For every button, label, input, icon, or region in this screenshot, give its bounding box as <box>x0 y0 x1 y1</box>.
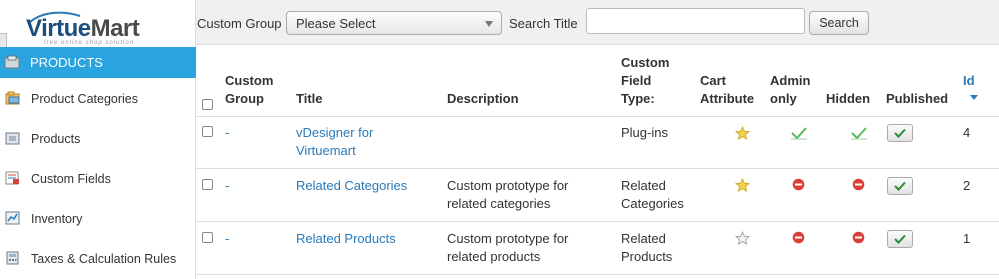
no-entry-icon[interactable] <box>852 231 865 244</box>
check-icon[interactable] <box>790 126 808 140</box>
star-empty-icon[interactable] <box>735 231 750 245</box>
inventory-icon <box>5 211 21 225</box>
star-filled-icon[interactable] <box>735 126 750 140</box>
row-id: 1 <box>963 231 971 246</box>
published-check-icon <box>894 128 906 138</box>
sidebar: VirtueMart free online shop solution PRO… <box>0 0 196 279</box>
row-description-line1: Custom prototype for <box>447 231 569 246</box>
check-icon[interactable] <box>850 126 868 140</box>
star-filled-icon[interactable] <box>735 178 750 192</box>
custom-group-label: Custom Group <box>197 16 282 31</box>
row-divider <box>196 116 999 117</box>
logo-text-mart: Mart <box>90 15 140 42</box>
row-title-line1[interactable]: vDesigner for <box>296 124 373 142</box>
sort-descending-icon <box>970 95 978 100</box>
published-check-icon <box>894 181 906 191</box>
select-all-checkbox[interactable] <box>202 99 213 110</box>
virtuemart-logo[interactable]: VirtueMart free online shop solution <box>22 10 182 50</box>
sidebar-item-product-categories[interactable]: Product Categories <box>0 79 196 119</box>
sidebar-item-label: Custom Fields <box>31 172 111 186</box>
search-title-label: Search Title <box>509 16 578 31</box>
row-custom-group[interactable]: - <box>225 124 229 142</box>
product-box-icon <box>5 131 21 145</box>
row-field-type-line2: Categories <box>621 196 684 211</box>
folders-icon <box>5 91 21 105</box>
row-field-type: Plug-ins <box>621 125 668 140</box>
chevron-down-icon <box>485 21 493 27</box>
publish-toggle-button[interactable] <box>887 124 913 142</box>
header-description[interactable]: Description <box>447 90 519 108</box>
sidebar-item-products-header[interactable]: PRODUCTS <box>0 47 196 78</box>
no-entry-icon[interactable] <box>792 231 805 244</box>
sidebar-item-products[interactable]: Products <box>0 119 196 159</box>
no-entry-icon[interactable] <box>852 178 865 191</box>
row-divider <box>196 274 999 275</box>
header-published[interactable]: Published <box>886 90 948 108</box>
publish-toggle-button[interactable] <box>887 177 913 195</box>
custom-fields-icon <box>5 171 21 185</box>
row-divider <box>196 221 999 222</box>
row-field-type-line1: Related <box>621 231 666 246</box>
row-id: 2 <box>963 178 971 193</box>
search-button[interactable]: Search <box>809 11 869 35</box>
logo-text-virtue: Virtue <box>26 15 91 42</box>
row-field-type-line2: Products <box>621 249 673 264</box>
header-title[interactable]: Title <box>296 90 323 108</box>
custom-group-select-value: Please Select <box>296 16 376 31</box>
row-checkbox[interactable] <box>202 179 213 190</box>
row-divider <box>196 168 999 169</box>
row-checkbox[interactable] <box>202 232 213 243</box>
row-description-line2: related categories <box>447 196 551 211</box>
no-entry-icon[interactable] <box>792 178 805 191</box>
header-admin-only[interactable]: Admin only <box>770 72 818 108</box>
sidebar-item-custom-fields[interactable]: Custom Fields <box>0 159 196 199</box>
row-custom-group[interactable]: - <box>225 177 229 195</box>
row-checkbox[interactable] <box>202 126 213 137</box>
row-title-line1[interactable]: Related Products <box>296 230 396 248</box>
filter-bar: Custom Group Please Select Search Title … <box>196 0 999 45</box>
search-title-input[interactable] <box>586 8 805 34</box>
row-title-line2[interactable]: Virtuemart <box>296 142 356 160</box>
published-check-icon <box>894 234 906 244</box>
sidebar-item-label: Inventory <box>31 212 83 226</box>
logo-tagline: free online shop solution <box>44 40 135 46</box>
row-description-line1: Custom prototype for <box>447 178 569 193</box>
custom-group-select[interactable]: Please Select <box>286 11 502 35</box>
row-title-line1[interactable]: Related Categories <box>296 177 407 195</box>
row-id: 4 <box>963 125 971 140</box>
header-custom-field-type[interactable]: Custom Field Type: <box>621 54 681 108</box>
row-field-type-line1: Related <box>621 178 666 193</box>
sidebar-item-label: Products <box>31 132 81 146</box>
sidebar-item-inventory[interactable]: Inventory <box>0 199 196 239</box>
header-custom-group[interactable]: Custom Group <box>225 72 285 108</box>
header-hidden[interactable]: Hidden <box>826 90 870 108</box>
row-description-line2: related products <box>447 249 541 264</box>
sidebar-item-label: PRODUCTS <box>30 55 103 70</box>
sidebar-item-taxes-calculation-rules[interactable]: Taxes & Calculation Rules <box>0 239 196 279</box>
header-id[interactable]: Id <box>963 72 975 90</box>
row-custom-group[interactable]: - <box>225 230 229 248</box>
header-cart-attribute[interactable]: Cart Attribute <box>700 72 760 108</box>
sidebar-item-label: Product Categories <box>31 92 139 106</box>
calculator-icon <box>5 251 21 265</box>
products-icon <box>4 55 22 72</box>
publish-toggle-button[interactable] <box>887 230 913 248</box>
sidebar-item-label: Taxes & Calculation Rules <box>31 252 177 266</box>
